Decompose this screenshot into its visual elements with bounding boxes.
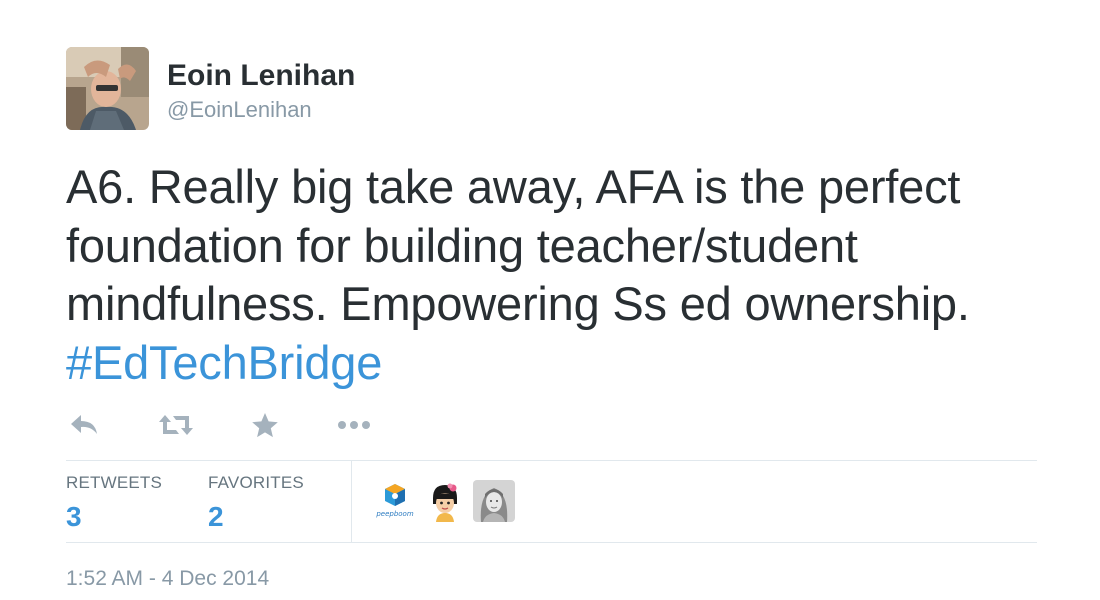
favorites-count: 2 — [208, 501, 224, 532]
divider — [66, 542, 1037, 543]
peepboom-logo-text: peepboom — [375, 510, 414, 518]
divider — [351, 461, 352, 542]
favoriter-avatar[interactable] — [424, 480, 466, 522]
retweet-icon — [159, 415, 193, 435]
author-avatar[interactable] — [66, 47, 149, 130]
retweets-stat[interactable]: RETWEETS 3 — [66, 474, 162, 532]
profile-photo-icon — [66, 47, 149, 130]
retweets-label: RETWEETS — [66, 473, 163, 492]
favoriter-avatar[interactable] — [473, 480, 515, 522]
favoriter-avatar[interactable]: peepboom — [374, 480, 416, 522]
tweet-text-line: A6. Really big take away, AFA is the per… — [66, 160, 961, 213]
favorites-stat[interactable]: FAVORITES 2 — [208, 474, 304, 532]
tweet-text-line: mindfulness. Empowering Ss ed ownership. — [66, 277, 970, 330]
tweet-timestamp[interactable]: 1:52 AM - 4 Dec 2014 — [66, 567, 269, 591]
retweet-button[interactable] — [158, 408, 194, 442]
hashtag-link[interactable]: #EdTechBridge — [66, 334, 1056, 393]
peepboom-logo-avatar-icon: peepboom — [374, 480, 416, 522]
author-display-name[interactable]: Eoin Lenihan — [167, 60, 355, 92]
reply-icon — [71, 415, 97, 434]
retweets-count: 3 — [66, 501, 82, 532]
reply-button[interactable] — [66, 408, 102, 442]
more-button[interactable] — [336, 408, 372, 442]
favorites-label: FAVORITES — [208, 473, 304, 492]
tweet-text: A6. Really big take away, AFA is the per… — [66, 158, 1056, 392]
more-icon — [338, 421, 370, 429]
cartoon-girl-avatar-icon — [424, 480, 466, 522]
star-icon — [252, 413, 278, 438]
woman-photo-avatar-icon — [473, 480, 515, 522]
favorite-button[interactable] — [247, 408, 283, 442]
divider — [66, 460, 1037, 461]
tweet-text-line: foundation for building teacher/student — [66, 218, 858, 272]
author-handle[interactable]: @EoinLenihan — [167, 98, 312, 122]
